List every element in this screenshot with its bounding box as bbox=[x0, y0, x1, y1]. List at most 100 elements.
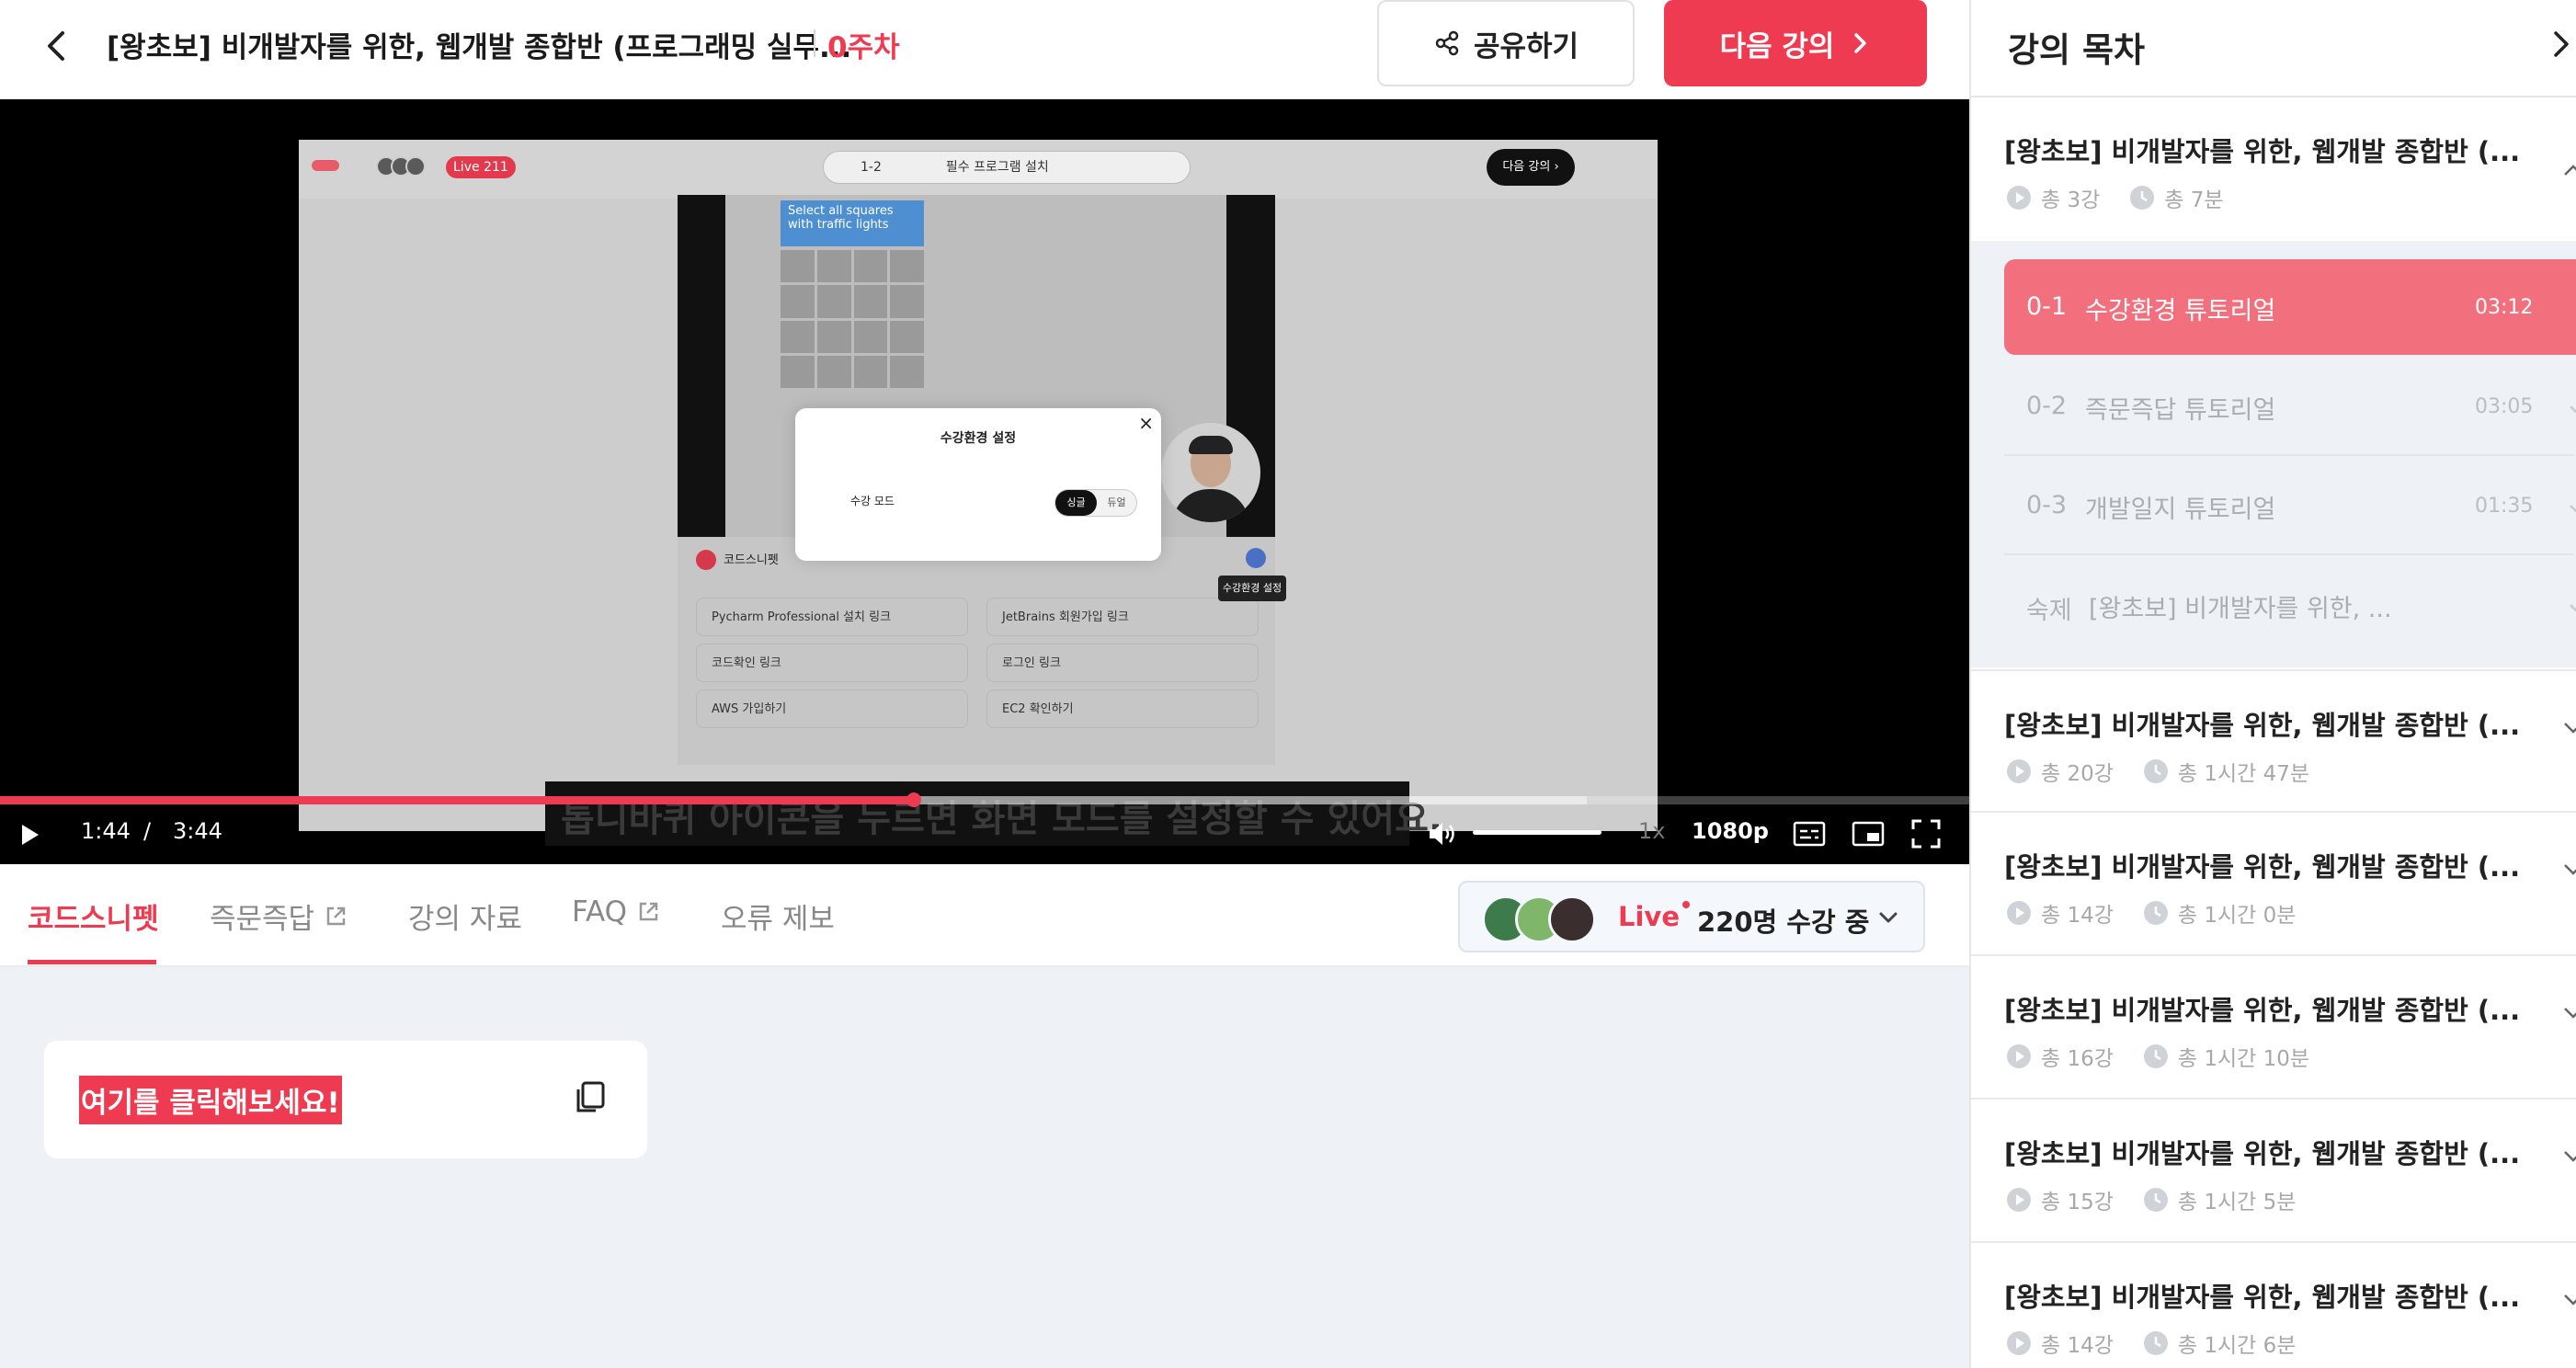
lesson-item[interactable]: 0-3 개발일지 튜토리얼 01:35 bbox=[2004, 458, 2576, 553]
inner-link: Pycharm Professional 설치 링크 bbox=[696, 598, 968, 636]
section-title: [왕초보] 비개발자를 위한, 웹개발 종합반 (... bbox=[2004, 1138, 2521, 1169]
volume-icon[interactable] bbox=[1427, 820, 1458, 848]
week-badge: 0주차 bbox=[827, 31, 900, 64]
close-icon: × bbox=[1138, 412, 1154, 434]
playback-speed[interactable]: 1x bbox=[1638, 818, 1665, 844]
inner-brand: 코드스니펫 bbox=[724, 553, 779, 567]
share-icon bbox=[1435, 30, 1459, 56]
section-item[interactable]: [왕초보] 비개발자를 위한, 웹개발 종합반 (... 총 3강 총 7분 0… bbox=[1971, 97, 2576, 669]
sidebar-header: 강의 목차 bbox=[1971, 0, 2576, 97]
chevron-down-icon bbox=[2564, 723, 2576, 734]
lesson-number: 0-2 bbox=[2026, 392, 2068, 420]
section-duration: 총 1시간 6분 bbox=[2177, 1334, 2297, 1358]
lesson-time: 01:35 bbox=[2475, 495, 2534, 518]
section-count: 총 14강 bbox=[2041, 1334, 2114, 1358]
section-count: 총 3강 bbox=[2041, 188, 2101, 212]
lesson-item[interactable]: 0-1 수강환경 튜토리얼 03:12 bbox=[2004, 259, 2576, 355]
captcha-header: Select all squares with traffic lights bbox=[781, 200, 924, 246]
quality-selector[interactable]: 1080p bbox=[1692, 818, 1769, 844]
play-icon[interactable] bbox=[17, 822, 42, 848]
section-item[interactable]: [왕초보] 비개발자를 위한, 웹개발 종합반 (... 총 16강 총 1시간… bbox=[1971, 956, 2576, 1100]
section-meta: 총 20강 총 1시간 47분 bbox=[2006, 756, 2309, 787]
video-frame: Live 211 1-2 필수 프로그램 설치 다음 강의 › Select al… bbox=[299, 140, 1658, 831]
section-duration: 총 1시간 10분 bbox=[2177, 1047, 2310, 1071]
share-button[interactable]: 공유하기 bbox=[1377, 0, 1635, 86]
chevron-down-icon bbox=[2564, 1008, 2576, 1019]
section-meta: 총 16강 총 1시간 10분 bbox=[2006, 1041, 2309, 1072]
course-outline-sidebar: 강의 목차 [왕초보] 비개발자를 위한, 웹개발 종합반 (... 총 3강 … bbox=[1969, 0, 2576, 1368]
tab-faq[interactable]: FAQ bbox=[572, 895, 660, 929]
section-count: 총 14강 bbox=[2041, 904, 2114, 928]
fullscreen-icon[interactable] bbox=[1910, 818, 1942, 849]
live-viewer-count: 220명 수강 중 bbox=[1697, 906, 1870, 938]
inner-link: JetBrains 회원가입 링크 bbox=[986, 598, 1259, 636]
inner-link: AWS 가입하기 bbox=[696, 690, 968, 728]
lesson-list: 0-1 수강환경 튜토리얼 03:12 0-2 즉문즉답 튜토리얼 03:05 … bbox=[1971, 241, 2576, 667]
inner-brand-logo bbox=[696, 550, 716, 570]
section-item[interactable]: [왕초보] 비개발자를 위한, 웹개발 종합반 (... 총 15강 총 1시간… bbox=[1971, 1100, 2576, 1243]
captcha-grid bbox=[781, 250, 924, 388]
section-duration: 총 1시간 5분 bbox=[2177, 1191, 2297, 1214]
clock-icon bbox=[2143, 1188, 2168, 1212]
section-meta: 총 15강 총 1시간 5분 bbox=[2006, 1184, 2296, 1215]
play-circle-icon bbox=[2007, 1331, 2031, 1355]
lesson-name: [왕초보] 비개발자를 위한, ... bbox=[2089, 595, 2392, 623]
section-item[interactable]: [왕초보] 비개발자를 위한, 웹개발 종합반 (... 총 14강 총 1시간… bbox=[1971, 1243, 2576, 1368]
video-player[interactable]: Live 211 1-2 필수 프로그램 설치 다음 강의 › Select al… bbox=[0, 99, 1969, 864]
chevron-down-icon bbox=[2564, 1151, 2576, 1162]
section-item[interactable]: [왕초보] 비개발자를 위한, 웹개발 종합반 (... 총 14강 총 1시간… bbox=[1971, 813, 2576, 956]
section-meta: 총 14강 총 1시간 6분 bbox=[2006, 1328, 2296, 1359]
tab-code-snippet[interactable]: 코드스니펫 bbox=[28, 895, 159, 937]
toggle-single: 싱글 bbox=[1055, 490, 1097, 516]
inner-logo bbox=[312, 160, 339, 171]
copy-icon[interactable] bbox=[570, 1077, 610, 1118]
play-circle-icon bbox=[2007, 901, 2031, 925]
back-arrow-icon[interactable] bbox=[33, 22, 81, 70]
chevron-down-icon bbox=[1879, 912, 1898, 923]
clock-icon bbox=[2143, 1044, 2168, 1068]
clock-icon bbox=[2143, 1331, 2168, 1355]
lesson-item[interactable]: 0-2 즉문즉답 튜토리얼 03:05 bbox=[2004, 359, 2576, 454]
lesson-name: 수강환경 튜토리얼 bbox=[2085, 297, 2276, 325]
inner-topbar: Live 211 1-2 필수 프로그램 설치 다음 강의 › bbox=[299, 140, 1658, 199]
section-duration: 총 1시간 47분 bbox=[2177, 762, 2310, 786]
title-divider bbox=[814, 29, 815, 57]
snippet-text: 여기를 클릭해보세요! bbox=[79, 1076, 342, 1124]
share-label: 공유하기 bbox=[1473, 29, 1579, 63]
chevron-up-icon bbox=[2564, 165, 2576, 176]
chevron-right-icon[interactable] bbox=[2548, 26, 2576, 63]
tutor-webcam bbox=[1161, 423, 1260, 522]
section-title: [왕초보] 비개발자를 위한, 웹개발 종합반 (... bbox=[2004, 710, 2521, 741]
external-link-icon bbox=[326, 906, 346, 925]
next-lecture-button[interactable]: 다음 강의 bbox=[1664, 0, 1927, 86]
inner-tooltip: 수강환경 설정 bbox=[1218, 576, 1286, 601]
inner-lesson-select: 1-2 필수 프로그램 설치 bbox=[823, 151, 1191, 184]
lesson-item[interactable]: 숙제 [왕초보] 비개발자를 위한, ... bbox=[2004, 557, 2576, 653]
tab-report-error[interactable]: 오류 제보 bbox=[721, 895, 835, 937]
volume-slider[interactable] bbox=[1473, 830, 1601, 835]
live-viewers-dropdown[interactable]: Live 220명 수강 중 bbox=[1458, 881, 1925, 952]
check-icon bbox=[2570, 505, 2576, 513]
section-duration: 총 7분 bbox=[2164, 188, 2224, 212]
subtitles-icon[interactable] bbox=[1793, 820, 1826, 848]
section-item[interactable]: [왕초보] 비개발자를 위한, 웹개발 종합반 (... 총 20강 총 1시간… bbox=[1971, 669, 2576, 813]
progress-thumb[interactable] bbox=[906, 792, 921, 807]
section-duration: 총 1시간 0분 bbox=[2177, 904, 2297, 928]
chevron-down-icon bbox=[2564, 1294, 2576, 1305]
picture-in-picture-icon[interactable] bbox=[1852, 820, 1885, 848]
next-lecture-label: 다음 강의 bbox=[1719, 29, 1835, 63]
section-count: 총 15강 bbox=[2041, 1191, 2114, 1214]
current-time: 1:44 bbox=[81, 818, 131, 844]
lesson-number: 숙제 bbox=[2026, 597, 2072, 625]
tab-qna[interactable]: 즉문즉답 bbox=[210, 895, 348, 937]
snippet-card[interactable]: 여기를 클릭해보세요! bbox=[44, 1041, 647, 1158]
section-count: 총 20강 bbox=[2041, 762, 2114, 786]
chevron-right-icon bbox=[1854, 33, 1867, 53]
lesson-name: 즉문즉답 튜토리얼 bbox=[2085, 396, 2276, 425]
section-meta: 총 14강 총 1시간 0분 bbox=[2006, 897, 2296, 929]
tab-materials[interactable]: 강의 자료 bbox=[408, 895, 522, 937]
clock-icon bbox=[2130, 186, 2155, 210]
clock-icon bbox=[2143, 901, 2168, 925]
inner-next-button: 다음 강의 › bbox=[1487, 149, 1575, 186]
play-circle-icon bbox=[2007, 759, 2031, 783]
